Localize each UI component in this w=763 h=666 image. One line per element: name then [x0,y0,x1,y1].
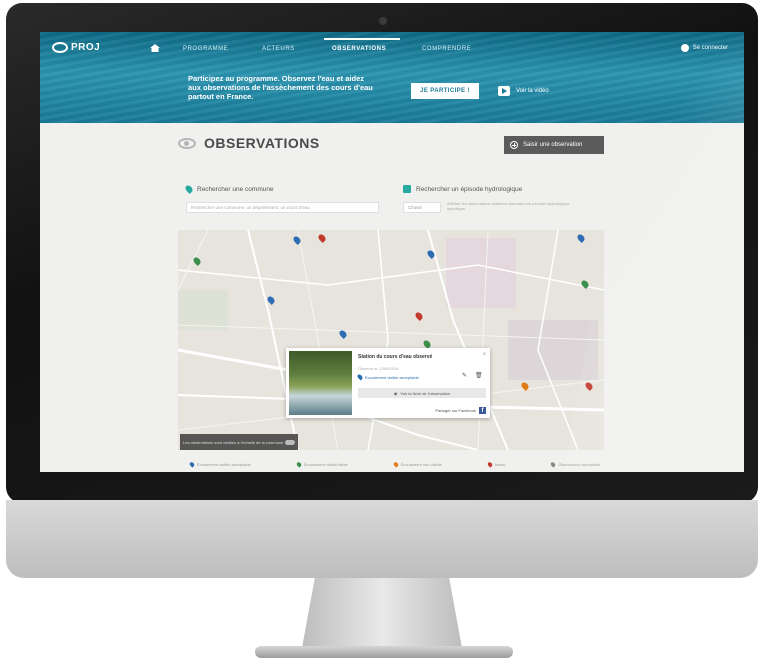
episode-select[interactable]: Choisir [403,202,441,213]
legend-item: Écoulement visible acceptable [188,461,251,468]
legend-label: Écoulement visible acceptable [197,462,251,467]
date-hint: Afficher les observations réalisées pend… [447,201,570,211]
location-filter-label: Rechercher une commune [184,184,274,194]
nav-observations[interactable]: Observations [332,46,386,52]
logo-mark-icon [52,42,68,53]
legend-item: Observation impossible [550,461,600,468]
page-title-row: OBSERVATIONS [178,135,320,151]
observation-photo[interactable] [289,351,352,415]
legend-item: Assec [486,461,506,468]
login-label: Se connecter [692,45,728,51]
legend-marker-icon [188,461,196,468]
promo-text: Participez au programme. Observez l'eau … [188,74,373,101]
view-observation-label: Voir la fiche de l'observation [400,390,451,396]
facebook-icon: f [479,407,486,414]
trash-icon[interactable]: 🗑 [475,372,483,379]
legend-label: Assec [494,462,506,467]
legend-marker-icon [486,461,493,468]
legend-item: Écoulement visible faible [295,461,348,468]
map-caption: Les observations sont visibles à l'échel… [180,434,298,450]
page-title: OBSERVATIONS [204,135,320,151]
legend-item: Écoulement non visible [392,461,442,468]
logo-text: PROJ [71,42,101,53]
view-observation-button[interactable]: ◉ Voir la fiche de l'observation [358,388,486,398]
edit-icon[interactable]: ✎ [462,372,467,379]
video-button[interactable]: Voir la vidéo [498,83,549,99]
legend-marker-icon [295,461,302,468]
date-filter-text: Rechercher un épisode hydrologique [416,185,523,193]
home-icon[interactable] [150,44,160,52]
map-legend: Écoulement visible acceptable Écoulement… [188,461,600,468]
map-toggle[interactable] [285,439,295,445]
legend-label: Écoulement visible faible [303,462,348,467]
observation-popup: Station du cours d'eau observé × Observé… [286,348,490,418]
popup-tools: ✎ 🗑 [462,372,483,379]
legend-marker-icon [550,461,557,468]
video-label: Voir la vidéo [516,88,549,94]
share-label: Partager sur Facebook [435,408,476,413]
date-filter-label: Rechercher un épisode hydrologique [403,185,522,193]
flow-status-text: Écoulement visible acceptable [365,374,419,380]
eye-icon [178,137,196,149]
plus-icon [510,141,518,149]
location-pin-icon [184,184,194,194]
close-icon[interactable]: × [482,352,486,358]
drop-icon [356,373,364,381]
popup-title: Station du cours d'eau observé [358,354,433,360]
active-nav-indicator [324,38,400,40]
monitor-chin [6,500,758,578]
play-icon [498,86,510,96]
calendar-icon [403,185,411,193]
browser-screen: PROJ Programme Acteurs Observations Comp… [40,32,744,472]
site-header: PROJ Programme Acteurs Observations Comp… [40,32,744,123]
location-filter-text: Rechercher une commune [197,185,274,193]
legend-label: Observation impossible [558,462,600,467]
monitor-stand [302,578,462,648]
nav-acteurs[interactable]: Acteurs [262,46,295,52]
top-nav: PROJ Programme Acteurs Observations Comp… [40,32,744,62]
nav-programme[interactable]: Programme [183,46,228,52]
add-observation-button[interactable]: Saisir une observation [504,136,604,154]
monitor-foot [255,646,513,658]
popup-date: Observé le 12/08/2016 [358,366,399,371]
legend-label: Écoulement non visible [400,462,442,467]
participate-button[interactable]: JE PARTICIPE ! [411,83,479,99]
add-observation-label: Saisir une observation [523,142,583,148]
camera-dot [379,17,387,25]
user-icon [680,44,689,52]
site-logo[interactable]: PROJ [52,42,100,53]
map-caption-text: Les observations sont visibles à l'échel… [183,439,284,445]
search-input[interactable]: Rechercher une commune, un département, … [186,202,379,213]
legend-marker-icon [392,461,399,468]
login-link[interactable]: Se connecter [680,44,728,52]
flow-status-link[interactable]: Écoulement visible acceptable [356,373,419,381]
view-icon: ◉ [393,390,398,396]
share-facebook-link[interactable]: Partager sur Facebook f [435,407,486,414]
nav-comprendre[interactable]: Comprendre [422,46,471,52]
